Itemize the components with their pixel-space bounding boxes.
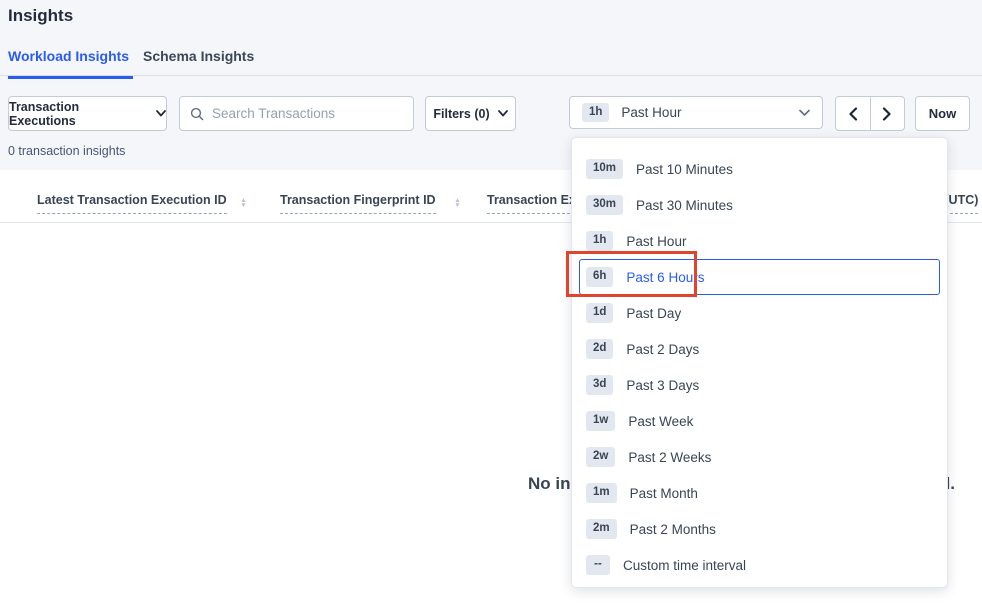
- time-option-label: Past Hour: [626, 234, 686, 249]
- transaction-type-label: Transaction Executions: [9, 100, 148, 128]
- time-option-label: Past Day: [626, 306, 681, 321]
- time-option-badge: 1m: [586, 483, 617, 503]
- time-range-badge: 1h: [582, 103, 609, 123]
- sort-icon[interactable]: ▲▼: [453, 195, 462, 211]
- time-option-past-hour[interactable]: 1h Past Hour: [579, 223, 940, 259]
- time-option-label: Past 3 Days: [626, 378, 699, 393]
- time-range-dropdown-trigger[interactable]: 1h Past Hour: [569, 96, 823, 129]
- time-range-label: Past Hour: [621, 105, 681, 120]
- tab-bar: Workload Insights Schema Insights: [0, 46, 982, 76]
- chevron-down-icon: [498, 110, 508, 117]
- search-transactions-box: [179, 96, 414, 131]
- chevron-left-icon: [848, 107, 858, 121]
- time-option-badge: 2d: [586, 339, 613, 359]
- page-title: Insights: [8, 6, 73, 26]
- column-header-latest-transaction-execution-id[interactable]: Latest Transaction Execution ID: [37, 193, 227, 214]
- chevron-down-icon: [799, 109, 810, 117]
- search-icon: [190, 107, 204, 121]
- time-option-badge: 2w: [586, 447, 615, 467]
- filters-button[interactable]: Filters (0): [425, 96, 516, 131]
- search-transactions-input[interactable]: [212, 106, 403, 121]
- time-option-label: Past 2 Days: [626, 342, 699, 357]
- time-option-label: Past 10 Minutes: [636, 162, 733, 177]
- time-option-badge: --: [586, 555, 610, 575]
- time-option-custom-time-interval[interactable]: -- Custom time interval: [579, 547, 940, 583]
- time-option-past-10-minutes[interactable]: 10m Past 10 Minutes: [579, 151, 940, 187]
- time-option-badge: 6h: [586, 267, 613, 287]
- time-option-label: Past 30 Minutes: [636, 198, 733, 213]
- time-option-label: Past 2 Months: [630, 522, 716, 537]
- time-option-label: Custom time interval: [623, 558, 746, 573]
- now-label: Now: [929, 106, 956, 121]
- time-option-past-day[interactable]: 1d Past Day: [579, 295, 940, 331]
- time-option-badge: 30m: [586, 195, 623, 215]
- time-option-badge: 3d: [586, 375, 613, 395]
- time-option-badge: 1w: [586, 411, 615, 431]
- time-range-dropdown-menu: 10m Past 10 Minutes 30m Past 30 Minutes …: [571, 137, 948, 588]
- time-range-nav-group: [835, 96, 905, 131]
- time-range-prev-button[interactable]: [836, 97, 871, 130]
- time-option-past-week[interactable]: 1w Past Week: [579, 403, 940, 439]
- time-option-past-6-hours[interactable]: 6h Past 6 Hours: [579, 259, 940, 295]
- time-option-badge: 10m: [586, 159, 623, 179]
- time-option-past-month[interactable]: 1m Past Month: [579, 475, 940, 511]
- time-option-label: Past Week: [628, 414, 693, 429]
- time-option-past-2-weeks[interactable]: 2w Past 2 Weeks: [579, 439, 940, 475]
- time-range-next-button[interactable]: [871, 97, 905, 130]
- time-option-past-30-minutes[interactable]: 30m Past 30 Minutes: [579, 187, 940, 223]
- chevron-down-icon: [156, 110, 166, 117]
- insights-count: 0 transaction insights: [8, 144, 125, 158]
- time-option-badge: 1h: [586, 231, 613, 251]
- time-option-badge: 2m: [586, 519, 617, 539]
- time-option-label: Past 6 Hours: [626, 270, 704, 285]
- transaction-type-select[interactable]: Transaction Executions: [8, 96, 167, 131]
- tab-workload-insights[interactable]: Workload Insights: [8, 48, 129, 76]
- time-option-past-2-days[interactable]: 2d Past 2 Days: [579, 331, 940, 367]
- filters-label: Filters (0): [433, 107, 489, 121]
- time-option-badge: 1d: [586, 303, 613, 323]
- time-option-past-2-months[interactable]: 2m Past 2 Months: [579, 511, 940, 547]
- chevron-right-icon: [882, 107, 892, 121]
- sort-icon[interactable]: ▲▼: [239, 195, 248, 211]
- tab-schema-insights[interactable]: Schema Insights: [143, 48, 254, 76]
- column-header-transaction-fingerprint-id[interactable]: Transaction Fingerprint ID: [280, 193, 436, 214]
- time-option-past-3-days[interactable]: 3d Past 3 Days: [579, 367, 940, 403]
- time-option-label: Past Month: [630, 486, 698, 501]
- time-option-label: Past 2 Weeks: [628, 450, 711, 465]
- now-button[interactable]: Now: [915, 96, 970, 131]
